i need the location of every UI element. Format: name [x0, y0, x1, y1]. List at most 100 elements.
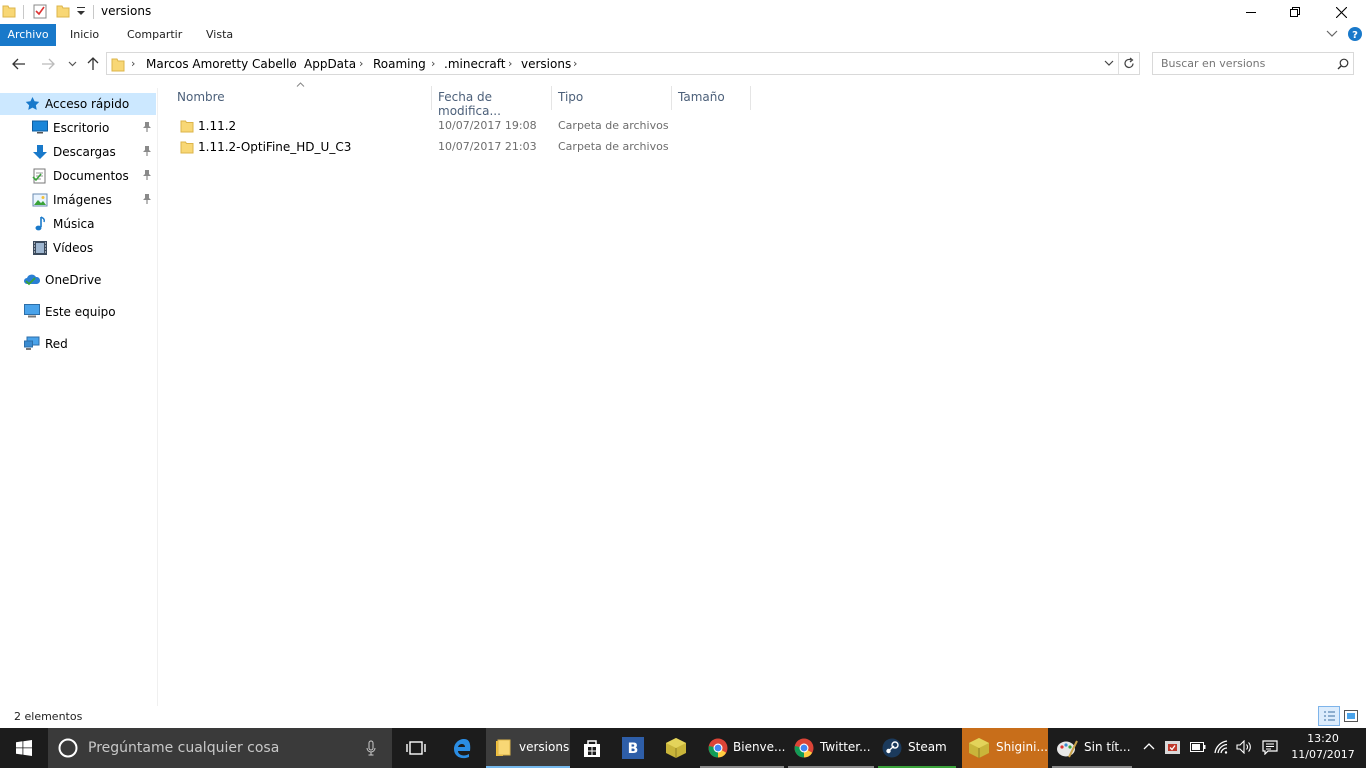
chevron-right-icon[interactable]: › [573, 57, 577, 70]
chevron-right-icon[interactable]: › [508, 57, 512, 70]
search-icon[interactable] [1337, 58, 1349, 70]
cortana-search-box[interactable]: Pregúntame cualquier cosa [48, 728, 392, 768]
volume-icon[interactable] [1236, 740, 1252, 754]
breadcrumb-versions[interactable]: versions [521, 57, 571, 71]
notifications-icon[interactable] [1262, 740, 1278, 755]
address-dropdown-icon[interactable] [1104, 60, 1114, 67]
nav-item-musica[interactable]: Música [0, 213, 156, 235]
chevron-right-icon[interactable]: › [131, 57, 135, 70]
taskbar-store[interactable] [574, 728, 610, 768]
help-icon[interactable]: ? [1348, 27, 1362, 41]
nav-item-descargas[interactable]: Descargas [0, 141, 156, 163]
breadcrumb-user[interactable]: Marcos Amoretty Cabello [146, 57, 297, 71]
restore-button[interactable] [1272, 0, 1318, 24]
nav-quick-access[interactable]: Acceso rápido [0, 93, 156, 115]
new-folder-icon[interactable] [56, 4, 70, 18]
desktop-icon [32, 120, 48, 134]
microphone-icon[interactable] [366, 740, 376, 756]
taskbar-edge[interactable] [440, 728, 484, 768]
tab-inicio[interactable]: Inicio [61, 24, 108, 46]
column-header-date[interactable]: Fecha de modifica... [432, 86, 552, 118]
pictures-icon [32, 192, 48, 208]
taskbar-app-chrome-1[interactable]: Bienve... [700, 728, 785, 768]
breadcrumb-minecraft[interactable]: .minecraft [444, 57, 505, 71]
close-button[interactable] [1318, 0, 1364, 24]
nav-network[interactable]: Red [0, 333, 156, 355]
table-row[interactable]: 1.11.2 10/07/2017 19:08 Carpeta de archi… [174, 116, 674, 137]
pin-icon[interactable] [142, 169, 152, 181]
column-header-name[interactable]: Nombre [171, 86, 432, 110]
refresh-icon[interactable] [1123, 57, 1135, 70]
taskbar-clock[interactable]: 13:20 11/07/2017 [1286, 731, 1360, 763]
svg-text:B: B [628, 741, 639, 757]
nav-item-documentos[interactable]: Documentos [0, 165, 156, 187]
tab-compartir[interactable]: Compartir [118, 24, 191, 46]
chevron-up-icon[interactable] [1143, 742, 1155, 750]
pin-icon[interactable] [142, 145, 152, 157]
pin-icon[interactable] [142, 193, 152, 205]
address-bar[interactable]: › Marcos Amoretty Cabello › AppData › Ro… [106, 52, 1140, 75]
nav-item-imagenes[interactable]: Imágenes [0, 189, 156, 211]
breadcrumb-roaming[interactable]: Roaming [373, 57, 426, 71]
store-icon [582, 738, 602, 758]
ribbon: Archivo Inicio Compartir Vista ? [0, 24, 1366, 46]
nav-label: Descargas [53, 145, 116, 159]
tab-vista[interactable]: Vista [197, 24, 242, 46]
onedrive-icon [23, 272, 41, 286]
taskbar-minecraft[interactable] [658, 728, 694, 768]
file-name[interactable]: 1.11.2-OptiFine_HD_U_C3 [198, 140, 351, 154]
wifi-icon[interactable] [1214, 740, 1230, 754]
steam-icon [882, 738, 902, 758]
table-row[interactable]: 1.11.2-OptiFine_HD_U_C3 10/07/2017 21:03… [174, 137, 674, 158]
task-view-button[interactable] [396, 728, 436, 768]
search-box[interactable] [1152, 52, 1354, 75]
cortana-icon [58, 738, 78, 758]
clock-time: 13:20 [1307, 732, 1339, 745]
column-header-size[interactable]: Tamaño [672, 86, 751, 110]
download-icon [32, 144, 48, 160]
search-input[interactable] [1153, 53, 1333, 74]
forward-button[interactable] [38, 54, 58, 74]
nav-onedrive[interactable]: OneDrive [0, 269, 156, 291]
b-app-icon: B [622, 737, 644, 759]
taskbar-app-steam[interactable]: Steam [878, 728, 956, 768]
breadcrumb-appdata[interactable]: AppData [304, 57, 356, 71]
file-name[interactable]: 1.11.2 [198, 119, 236, 133]
chrome-icon [708, 738, 728, 758]
security-tray-icon[interactable] [1164, 739, 1182, 757]
taskbar-app-chrome-2[interactable]: Twitter... [788, 728, 874, 768]
chevron-right-icon[interactable]: › [431, 57, 435, 70]
chevron-right-icon[interactable]: › [359, 57, 363, 70]
nav-label: OneDrive [45, 273, 102, 287]
back-button[interactable] [9, 54, 29, 74]
minimize-button[interactable] [1228, 0, 1274, 24]
task-view-icon [406, 740, 426, 756]
file-type: Carpeta de archivos [558, 140, 669, 153]
recent-locations-button[interactable] [62, 54, 82, 74]
column-label: Tamaño [678, 90, 725, 104]
divider [93, 5, 94, 19]
nav-item-escritorio[interactable]: Escritorio [0, 117, 156, 139]
up-button[interactable] [83, 54, 103, 74]
status-bar: 2 elementos [0, 706, 1366, 728]
nav-item-videos[interactable]: Vídeos [0, 237, 156, 259]
large-icons-view-button[interactable] [1344, 710, 1358, 722]
computer-icon [24, 304, 40, 318]
pin-icon[interactable] [142, 121, 152, 133]
taskbar-app-paint[interactable]: Sin tít... [1052, 728, 1132, 768]
tab-archivo[interactable]: Archivo [0, 24, 56, 46]
details-view-button[interactable] [1318, 706, 1340, 726]
taskbar-app-versions[interactable]: versions [486, 728, 570, 768]
taskbar-b-app[interactable]: B [616, 728, 652, 768]
column-header-type[interactable]: Tipo [552, 86, 672, 110]
battery-icon[interactable] [1190, 742, 1206, 752]
taskbar-app-label: versions [519, 740, 570, 754]
taskbar-app-minecraft-window[interactable]: Shigini... [962, 728, 1048, 768]
properties-icon[interactable] [33, 4, 47, 19]
clock-date: 11/07/2017 [1291, 748, 1355, 761]
chevron-right-icon[interactable]: › [290, 57, 294, 70]
expand-ribbon-icon[interactable] [1326, 30, 1338, 38]
start-button[interactable] [0, 728, 48, 768]
nav-this-pc[interactable]: Este equipo [0, 301, 156, 323]
customize-toolbar-icon[interactable] [76, 5, 86, 17]
